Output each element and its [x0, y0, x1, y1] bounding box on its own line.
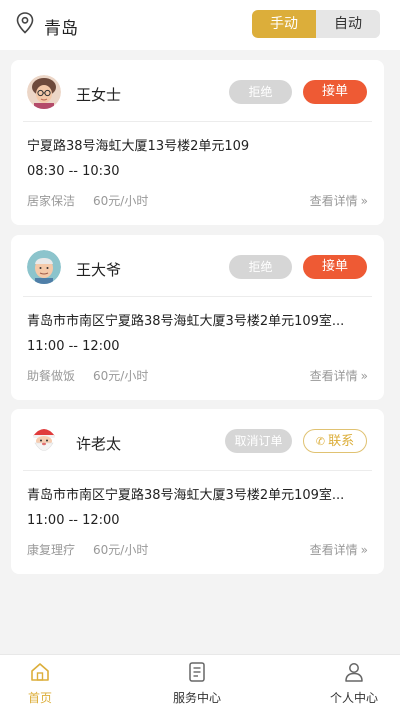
customer-name: 王女士: [76, 86, 122, 104]
top-header: 青岛 手动 自动: [0, 0, 400, 50]
order-card: 王大爷 拒绝 接单 青岛市市南区宁夏路38号海虹大厦3号楼2单元109室... …: [11, 235, 384, 400]
divider: [23, 121, 372, 122]
order-card: 许老太 取消订单 ✆ 联系 青岛市市南区宁夏路38号海虹大厦3号楼2单元109室.…: [11, 409, 384, 574]
nav-profile[interactable]: 个人中心: [314, 661, 394, 706]
divider: [23, 296, 372, 297]
view-details-label: 查看详情: [309, 369, 358, 383]
nav-home[interactable]: 首页: [0, 661, 80, 706]
contact-button[interactable]: ✆ 联系: [303, 429, 367, 453]
customer-name: 许老太: [76, 435, 122, 453]
view-details-label: 查看详情: [309, 194, 358, 208]
view-details-link[interactable]: 查看详情»: [310, 192, 368, 209]
nav-home-label: 首页: [27, 691, 52, 705]
bottom-nav: 首页 服务中心 个人中心: [0, 654, 400, 711]
service-type: 康复理疗: [27, 543, 76, 557]
accept-button[interactable]: 接单: [303, 80, 367, 104]
user-icon: [345, 663, 363, 682]
order-time: 11:00 -- 12:00: [27, 513, 120, 528]
city-name[interactable]: 青岛: [44, 14, 78, 39]
order-address: 宁夏路38号海虹大厦13号楼2单元109: [27, 139, 250, 154]
mode-toggle: 手动 自动: [252, 10, 380, 38]
location-pin-icon[interactable]: [16, 12, 34, 34]
order-time: 08:30 -- 10:30: [27, 164, 120, 179]
customer-name: 王大爷: [76, 261, 122, 279]
double-chevron-right-icon: »: [360, 543, 368, 557]
nav-service-label: 服务中心: [172, 691, 221, 705]
santa-avatar: [27, 424, 61, 458]
order-address: 青岛市市南区宁夏路38号海虹大厦3号楼2单元109室...: [27, 314, 345, 329]
view-details-link[interactable]: 查看详情»: [310, 367, 368, 384]
cancel-order-button[interactable]: 取消订单: [225, 429, 292, 453]
reject-button[interactable]: 拒绝: [229, 255, 292, 279]
double-chevron-right-icon: »: [360, 194, 368, 208]
mode-auto-button[interactable]: 自动: [316, 10, 380, 38]
mode-manual-button[interactable]: 手动: [252, 10, 316, 38]
double-chevron-right-icon: »: [360, 369, 368, 383]
contact-label: 联系: [328, 434, 355, 449]
service-price: 60元/小时: [93, 543, 149, 557]
view-details-link[interactable]: 查看详情»: [310, 541, 368, 558]
order-card: 王女士 拒绝 接单 宁夏路38号海虹大厦13号楼2单元109 08:30 -- …: [11, 60, 384, 225]
service-type: 助餐做饭: [27, 369, 76, 383]
view-details-label: 查看详情: [309, 543, 358, 557]
elderly-woman-avatar: [27, 75, 61, 109]
service-type: 居家保洁: [27, 194, 76, 208]
divider: [23, 470, 372, 471]
elderly-man-avatar: [27, 250, 61, 284]
home-icon: [31, 663, 49, 681]
phone-icon: ✆: [315, 435, 326, 448]
accept-button[interactable]: 接单: [303, 255, 367, 279]
order-address: 青岛市市南区宁夏路38号海虹大厦3号楼2单元109室...: [27, 488, 345, 503]
reject-button[interactable]: 拒绝: [229, 80, 292, 104]
order-time: 11:00 -- 12:00: [27, 339, 120, 354]
nav-service-center[interactable]: 服务中心: [157, 661, 237, 706]
document-icon: [189, 662, 205, 682]
service-price: 60元/小时: [93, 369, 149, 383]
service-price: 60元/小时: [93, 194, 149, 208]
nav-profile-label: 个人中心: [329, 691, 378, 705]
